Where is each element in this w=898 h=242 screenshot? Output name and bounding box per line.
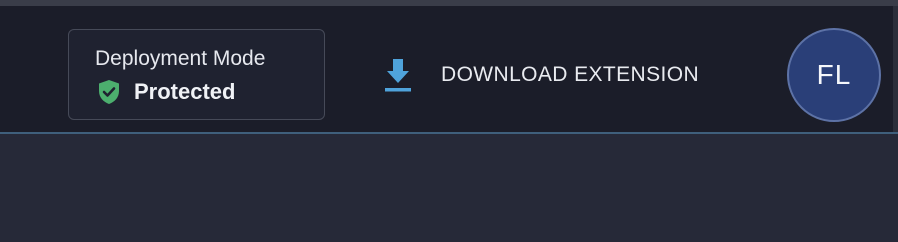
shield-check-icon (99, 80, 119, 104)
deployment-mode-status-label: Protected (134, 79, 236, 104)
download-icon (385, 59, 411, 92)
user-avatar[interactable]: FL (787, 28, 881, 122)
deployment-mode-card: Deployment Mode Protected (68, 29, 325, 120)
avatar-initials: FL (816, 59, 852, 90)
top-header-bar: Deployment Mode Protected DOWNLOAD EXTEN… (0, 6, 893, 132)
download-extension-label: DOWNLOAD EXTENSION (441, 63, 700, 86)
deployment-mode-title: Deployment Mode (95, 47, 266, 70)
header-right-edge (893, 6, 898, 132)
download-extension-button[interactable]: DOWNLOAD EXTENSION (382, 54, 699, 96)
deployment-mode-status: Protected (97, 79, 235, 105)
main-content-area (0, 134, 898, 242)
